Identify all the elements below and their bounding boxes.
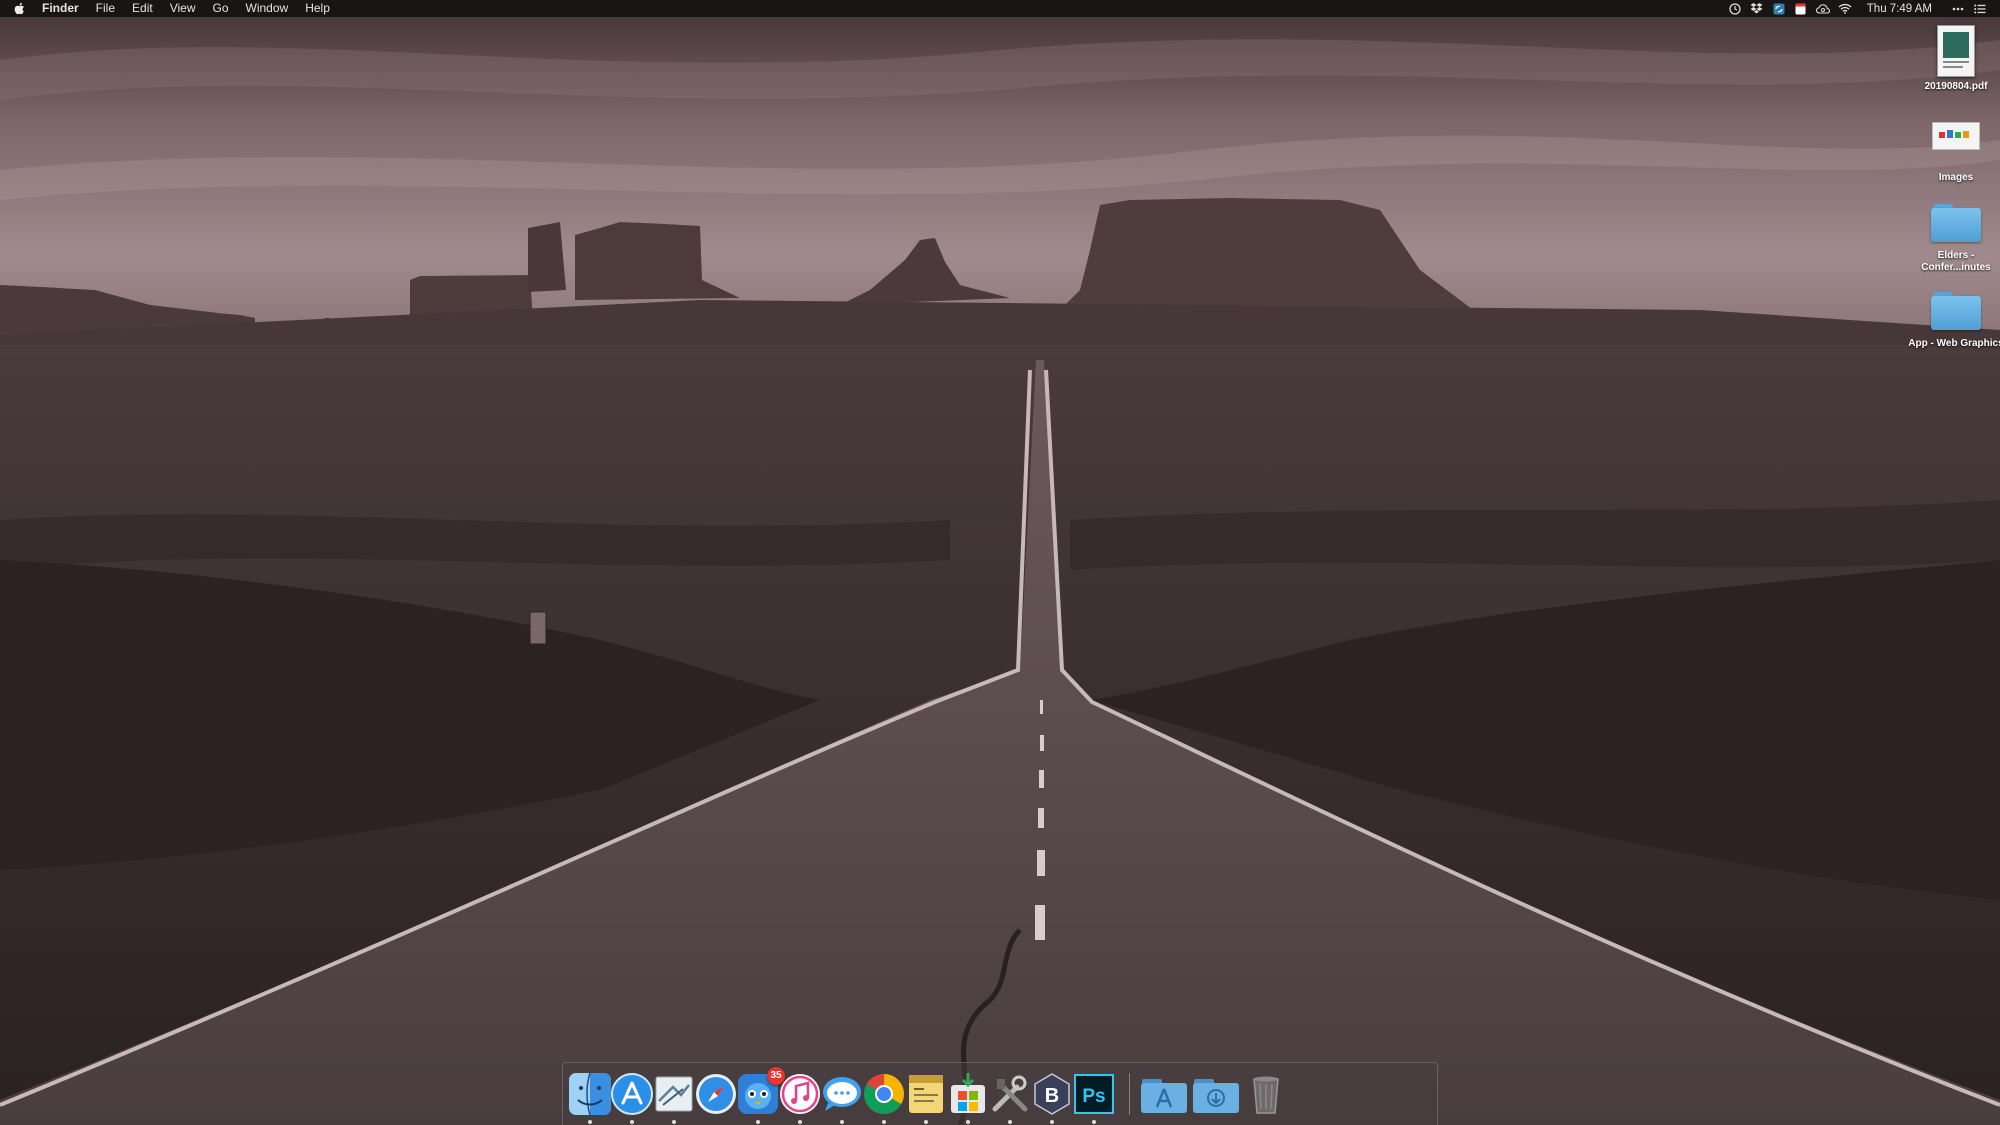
desktop-icon-images[interactable]: Images: [1908, 122, 2000, 184]
dock-downloads-folder[interactable]: [1191, 1071, 1239, 1117]
trash-icon: [1253, 1076, 1279, 1114]
desktop-icon-label: Elders - Confer...inutes: [1921, 250, 1991, 273]
folder-icon: [1931, 292, 1981, 332]
dock-notes[interactable]: [903, 1071, 949, 1124]
desktop-icon-label: App - Web Graphics: [1908, 338, 2000, 349]
dock-photoshop[interactable]: Ps: [1071, 1071, 1117, 1124]
status-area: Thu 7:49 AM: [1721, 2, 1988, 15]
photoshop-icon: Ps: [1074, 1074, 1114, 1114]
dock-installer[interactable]: [945, 1071, 991, 1124]
apple-menu-icon[interactable]: [12, 2, 26, 16]
desktop-icon-pdf[interactable]: 20190804.pdf: [1908, 25, 2000, 93]
image-folder-icon: [1932, 122, 1980, 150]
finder-icon: [569, 1072, 611, 1116]
menu-edit[interactable]: Edit: [132, 0, 153, 17]
menu-bar: Finder File Edit View Go Window Help Thu…: [0, 0, 2000, 17]
creative-cloud-icon[interactable]: [1815, 2, 1831, 15]
desktop[interactable]: Finder File Edit View Go Window Help Thu…: [0, 0, 2000, 1125]
more-icon[interactable]: [1950, 2, 1966, 15]
dock-tweetbot[interactable]: 35: [735, 1067, 785, 1124]
dock-mail[interactable]: [651, 1071, 697, 1124]
notes-icon: [909, 1075, 943, 1113]
dock-utility[interactable]: [987, 1071, 1033, 1124]
folder-icon: [1931, 204, 1981, 244]
dock-itunes[interactable]: [777, 1071, 823, 1124]
dock-app-store[interactable]: [609, 1071, 655, 1124]
desktop-icon-elders-folder[interactable]: Elders - Confer...inutes: [1908, 204, 2000, 274]
svg-text:B: B: [1045, 1085, 1059, 1107]
bbedit-icon: B: [1034, 1073, 1070, 1115]
desktop-icon-label: Images: [1938, 172, 1974, 183]
chrome-icon: [864, 1074, 904, 1114]
dock-messages[interactable]: [819, 1071, 865, 1124]
messages-icon: [823, 1077, 861, 1111]
wifi-icon[interactable]: [1837, 2, 1853, 15]
installer-icon: [951, 1073, 985, 1113]
menu-window[interactable]: Window: [246, 0, 289, 17]
svg-text:Ps: Ps: [1082, 1086, 1105, 1107]
dock-bbedit[interactable]: B: [1029, 1071, 1075, 1124]
dock-chrome[interactable]: [861, 1071, 907, 1124]
mail-icon: [655, 1076, 693, 1112]
dropbox-icon[interactable]: [1749, 2, 1765, 15]
dock: 35 B Ps: [562, 1062, 1438, 1125]
menu-go[interactable]: Go: [213, 0, 229, 17]
applications-folder-icon: [1141, 1079, 1187, 1113]
pdf-document-icon: [1937, 25, 1975, 77]
menu-view[interactable]: View: [170, 0, 196, 17]
menu-file[interactable]: File: [96, 0, 115, 17]
desktop-wallpaper: [0, 0, 2000, 1125]
backup-icon[interactable]: [1727, 2, 1743, 15]
dock-safari[interactable]: [693, 1071, 739, 1117]
itunes-icon: [780, 1074, 820, 1114]
notification-center-icon[interactable]: [1972, 2, 1988, 15]
menu-app-name[interactable]: Finder: [42, 0, 79, 17]
safari-icon: [696, 1074, 736, 1114]
dock-finder[interactable]: [567, 1071, 613, 1124]
sync-icon[interactable]: [1771, 2, 1787, 15]
desktop-icon-web-graphics-folder[interactable]: App - Web Graphics: [1908, 292, 2000, 350]
dock-applications-folder[interactable]: [1139, 1071, 1187, 1117]
tools-icon: [992, 1075, 1028, 1112]
menubar-clock[interactable]: Thu 7:49 AM: [1867, 3, 1932, 15]
downloads-folder-icon: [1193, 1079, 1239, 1113]
calendar-icon[interactable]: [1793, 2, 1809, 15]
dock-trash[interactable]: [1243, 1071, 1289, 1117]
app-store-icon: [611, 1073, 653, 1115]
menu-help[interactable]: Help: [305, 0, 330, 17]
dock-separator: [1129, 1073, 1130, 1115]
desktop-icon-label: 20190804.pdf: [1924, 81, 1988, 92]
